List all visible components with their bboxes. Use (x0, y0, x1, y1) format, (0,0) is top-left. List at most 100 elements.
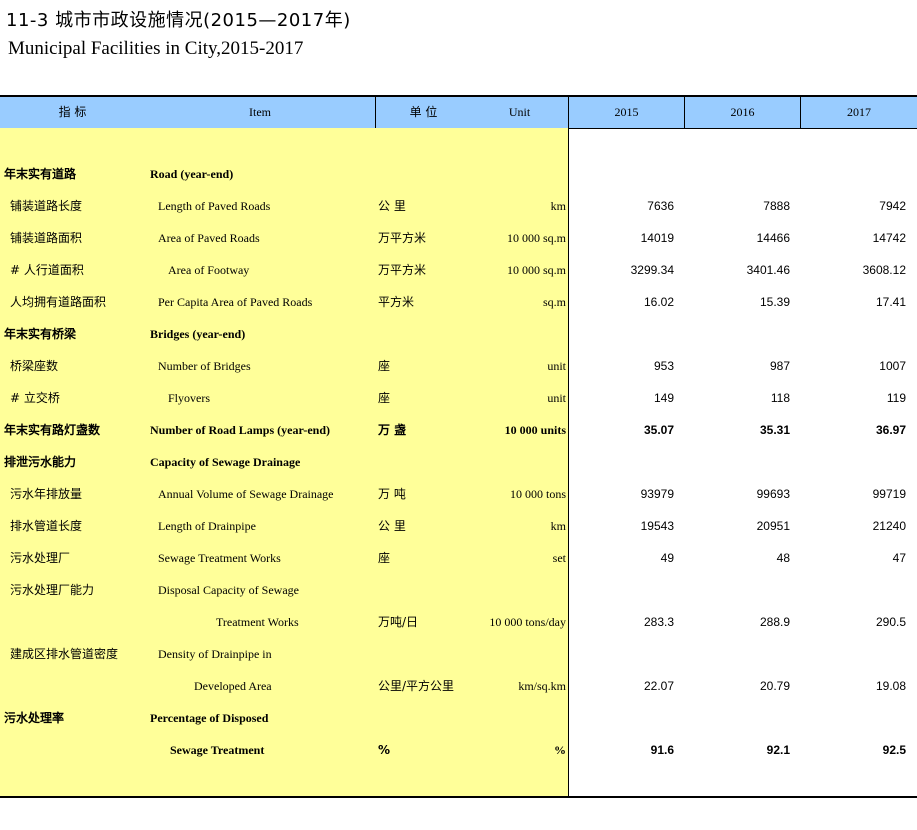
table-row: Sewage Treatment%% 91.6 92.1 92.5 (0, 734, 917, 766)
row-label-en: Area of Paved Roads (158, 231, 260, 245)
table-row: 铺装道路面积 Area of Paved Roads 万平方米 10 000 sq.m… (0, 222, 917, 254)
value-2017: 7942 (879, 199, 906, 213)
row-label-en: Developed Area (194, 679, 272, 693)
row-unit-en: 10 000 sq.m (506, 231, 566, 245)
row-label-cn: 桥梁座数 (10, 359, 59, 373)
value-2016: 3401.46 (746, 263, 790, 277)
row-label-cn: 排水管道长度 (10, 519, 83, 533)
value-2017: 17.41 (875, 295, 906, 309)
row-label-cn: 污水处理率 (4, 711, 65, 725)
value-2017: 47 (892, 551, 906, 565)
table-row: Developed Area 公里/平方公里 km/sq.km 22.07 20.79 1… (0, 670, 917, 702)
row-unit-cn: 公 里 (378, 199, 406, 213)
table-row: # 立交桥 Flyovers 座 unit 149 118 119 (0, 382, 917, 414)
row-unit-en: 10 000 units (504, 423, 566, 437)
row-unit-en: km (550, 519, 566, 533)
header-unit-cn: 单 位 (409, 105, 438, 119)
row-label-en: Number of Bridges (158, 359, 251, 373)
row-label-cn: 铺装道路面积 (10, 231, 83, 245)
value-2017: 119 (886, 391, 906, 405)
row-label-cn: 建成区排水管道密度 (10, 647, 119, 661)
value-2015: 14019 (640, 231, 674, 245)
value-2015: 953 (653, 359, 674, 373)
row-label-cn: 人均拥有道路面积 (10, 295, 107, 309)
value-2015: 19543 (640, 519, 674, 533)
value-2015: 16.02 (643, 295, 674, 309)
table-title-en: Municipal Facilities in City,2015-2017 (8, 38, 304, 59)
row-label-cn: 铺装道路长度 (10, 199, 83, 213)
table-row: 污水处理厂能力 Disposal Capacity of Sewage (0, 574, 917, 606)
table-row: 污水年排放量 Annual Volume of Sewage Drainage 万 … (0, 478, 917, 510)
value-2016: 7888 (763, 199, 790, 213)
value-2016: 987 (769, 359, 790, 373)
row-label-en: Annual Volume of Sewage Drainage (158, 487, 334, 501)
table-row: 污水处理率 Percentage of Disposed (0, 702, 917, 734)
table-title-cn: 11-3 城市市政设施情况(2015—2017年) (6, 10, 351, 31)
value-2015: 3299.34 (630, 263, 674, 277)
row-label-en: Flyovers (168, 391, 210, 405)
header-unit-en: Unit (508, 105, 531, 119)
row-label-en: Density of Drainpipe in (158, 647, 272, 661)
value-2016: 288.9 (759, 615, 790, 629)
row-label-en: Sewage Treatment (170, 743, 265, 757)
row-unit-en: set (552, 551, 566, 565)
value-2017: 21240 (872, 519, 906, 533)
row-label-en: Bridges (year-end) (150, 327, 246, 341)
value-2017: 19.08 (875, 679, 906, 693)
row-label-en: Road (year-end) (150, 167, 234, 181)
row-unit-en: unit (547, 359, 566, 373)
row-unit-cn: 座 (378, 359, 391, 373)
value-2016: 35.31 (759, 423, 790, 437)
row-unit-cn: 座 (378, 391, 391, 405)
table-row: # 人行道面积 Area of Footway 万平方米 10 000 sq.m 329… (0, 254, 917, 286)
row-label-en: Capacity of Sewage Drainage (150, 455, 301, 469)
value-2015: 283.3 (643, 615, 674, 629)
row-unit-cn: 平方米 (378, 295, 415, 309)
row-unit-en: km (550, 199, 566, 213)
value-2016: 20951 (756, 519, 790, 533)
value-2015: 49 (660, 551, 674, 565)
table-header: 指 标 Item 单 位 Unit 2015 2016 2017 (0, 95, 917, 129)
row-label-cn: # 人行道面积 (10, 263, 84, 277)
table-row: 年末实有路灯盏数 Number of Road Lamps (year-end) 万… (0, 414, 917, 446)
row-label-en: Area of Footway (168, 263, 250, 277)
row-label-cn: 排泄污水能力 (4, 455, 77, 469)
row-unit-cn: 座 (378, 551, 391, 565)
value-2017: 92.5 (882, 743, 906, 757)
header-year-2017: 2017 (847, 105, 871, 119)
row-label-cn: 污水处理厂能力 (10, 583, 95, 597)
value-2016: 118 (770, 391, 790, 405)
value-2015: 35.07 (643, 423, 674, 437)
value-2016: 14466 (756, 231, 790, 245)
value-2017: 14742 (872, 231, 906, 245)
row-label-cn: 污水处理厂 (10, 551, 71, 565)
row-label-cn: 年末实有路灯盏数 (4, 423, 101, 437)
row-label-en: Per Capita Area of Paved Roads (158, 295, 313, 309)
table-row: 年末实有道路 Road (year-end) (0, 158, 917, 190)
table-row: 排泄污水能力 Capacity of Sewage Drainage (0, 446, 917, 478)
row-label-en: Disposal Capacity of Sewage (158, 583, 299, 597)
table-row: 人均拥有道路面积 Per Capita Area of Paved Roads 平方… (0, 286, 917, 318)
value-2015: 7636 (647, 199, 674, 213)
row-unit-en: 10 000 sq.m (506, 263, 566, 277)
table-row: 污水处理厂 Sewage Treatment Works 座 set 49 48 47 (0, 542, 917, 574)
row-unit-en: % (554, 743, 566, 757)
value-2016: 99693 (756, 487, 790, 501)
header-year-2016: 2016 (730, 105, 755, 119)
value-2016: 15.39 (759, 295, 790, 309)
value-2015: 93979 (640, 487, 674, 501)
row-unit-cn: 万吨/日 (378, 615, 419, 629)
table-row: 排水管道长度 Length of Drainpipe 公 里 km 19543 20951… (0, 510, 917, 542)
row-label-en: Number of Road Lamps (year-end) (150, 423, 330, 437)
row-unit-en: unit (547, 391, 566, 405)
row-unit-en: 10 000 tons/day (489, 615, 566, 629)
row-label-cn: # 立交桥 (10, 391, 60, 405)
row-label-cn: 年末实有桥梁 (4, 327, 77, 341)
row-unit-en: km/sq.km (518, 679, 566, 693)
row-label-en: Length of Drainpipe (158, 519, 256, 533)
row-label-en: Percentage of Disposed (150, 711, 269, 725)
value-2017: 36.97 (875, 423, 906, 437)
value-2016: 92.1 (766, 743, 790, 757)
value-2016: 48 (776, 551, 790, 565)
table-row: Treatment Works 万吨/日 10 000 tons/day 283.3 2… (0, 606, 917, 638)
